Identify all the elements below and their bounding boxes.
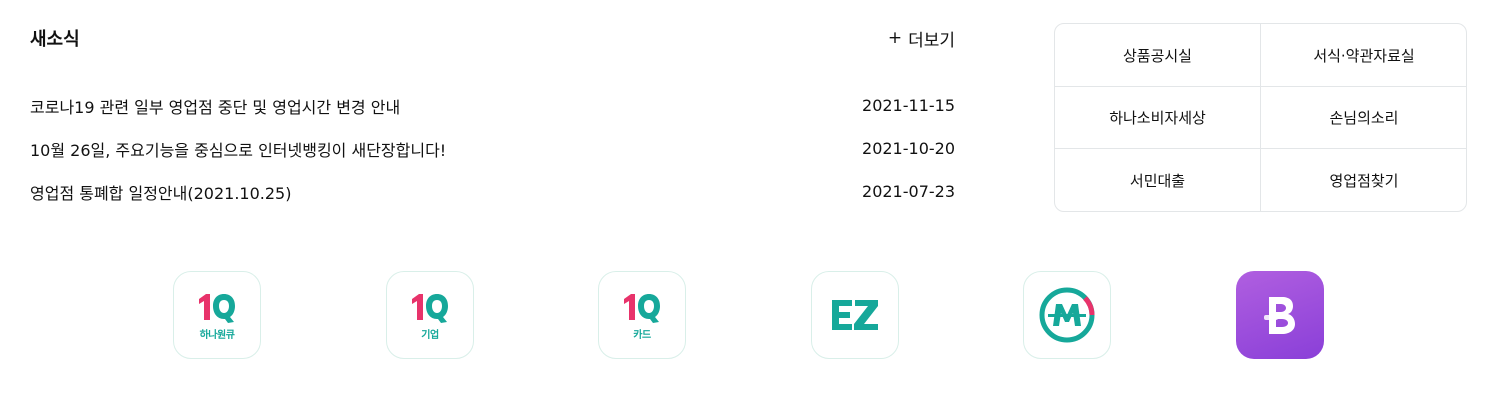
1q-icon (624, 293, 660, 323)
app-hana-money[interactable] (1023, 271, 1111, 359)
app-hana-1q[interactable]: 하나원큐 (173, 271, 261, 359)
quick-link-product-disclosure[interactable]: 상품공시실 (1055, 24, 1261, 87)
more-button[interactable]: + 더보기 (888, 26, 955, 51)
quick-menu: 상품공시실 서식·약관자료실 하나소비자세상 손님의소리 서민대출 영업점찾기 (1054, 23, 1467, 212)
app-hana-1q-card[interactable]: 카드 (598, 271, 686, 359)
ez-icon (832, 300, 878, 330)
news-section: 새소식 + 더보기 코로나19 관련 일부 영업점 중단 및 영업시간 변경 안… (30, 22, 955, 213)
quick-link-forms-terms[interactable]: 서식·약관자료실 (1261, 24, 1466, 87)
app-sub-label: 기업 (421, 329, 439, 341)
app-sub-label: 하나원큐 (199, 329, 235, 341)
news-item[interactable]: 10월 26일, 주요기능을 중심으로 인터넷뱅킹이 새단장합니다! 2021-… (30, 127, 955, 170)
app-hana-b[interactable] (1236, 271, 1324, 359)
news-title: 새소식 (30, 29, 80, 50)
news-list: 코로나19 관련 일부 영업점 중단 및 영업시간 변경 안내 2021-11-… (30, 84, 955, 213)
quick-link-consumer-world[interactable]: 하나소비자세상 (1055, 87, 1261, 149)
news-item-date: 2021-10-20 (862, 139, 955, 158)
news-item-date: 2021-11-15 (862, 96, 955, 115)
1q-icon (199, 293, 235, 323)
app-hana-1q-business[interactable]: 기업 (386, 271, 474, 359)
m-icon (1039, 287, 1095, 343)
news-item-date: 2021-07-23 (862, 182, 955, 201)
news-item[interactable]: 코로나19 관련 일부 영업점 중단 및 영업시간 변경 안내 2021-11-… (30, 84, 955, 127)
news-item-title: 코로나19 관련 일부 영업점 중단 및 영업시간 변경 안내 (30, 97, 401, 117)
b-icon (1264, 297, 1295, 334)
app-sub-label: 카드 (633, 329, 651, 341)
news-item-title: 10월 26일, 주요기능을 중심으로 인터넷뱅킹이 새단장합니다! (30, 140, 447, 160)
quick-link-customer-voice[interactable]: 손님의소리 (1261, 87, 1466, 149)
news-item-title: 영업점 통폐합 일정안내(2021.10.25) (30, 183, 292, 203)
news-header: 새소식 + 더보기 (30, 22, 955, 54)
quick-link-find-branch[interactable]: 영업점찾기 (1261, 149, 1466, 211)
news-item[interactable]: 영업점 통폐합 일정안내(2021.10.25) 2021-07-23 (30, 170, 955, 213)
app-links: 하나원큐 기업 카드 (0, 271, 1489, 359)
more-label: 더보기 (908, 30, 955, 51)
quick-link-low-income-loan[interactable]: 서민대출 (1055, 149, 1261, 211)
app-hana-ez[interactable] (811, 271, 899, 359)
1q-icon (412, 293, 448, 323)
plus-icon: + (887, 28, 903, 48)
